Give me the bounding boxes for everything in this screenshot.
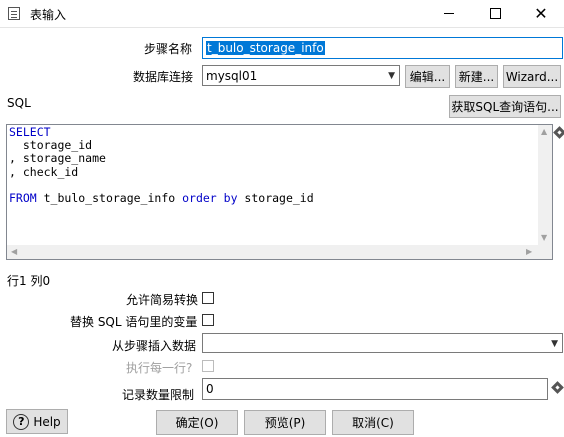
horizontal-scrollbar[interactable]: ◀ ▶ [7, 245, 538, 259]
chevron-down-icon: ▼ [388, 71, 395, 81]
preview-button[interactable]: 预览(P) [244, 410, 326, 435]
replace-variables-checkbox[interactable] [202, 314, 214, 326]
execute-each-row-checkbox[interactable] [202, 360, 214, 372]
new-connection-button[interactable]: 新建... [455, 65, 498, 88]
sql-text: , storage_name [9, 151, 106, 166]
scroll-up-icon: ▲ [541, 127, 548, 136]
help-icon: ? [13, 413, 30, 430]
sql-text: storage_id [237, 191, 314, 206]
execute-each-row-label: 执行每一行? [126, 361, 193, 375]
lazy-conversion-checkbox[interactable] [202, 292, 214, 304]
help-button[interactable]: ? Help [6, 409, 68, 434]
cursor-position: 行1 列0 [7, 274, 51, 288]
sql-text: t_bulo_storage_info [36, 191, 183, 206]
minimize-icon [444, 13, 454, 14]
sql-keyword: order by [182, 191, 238, 206]
cancel-button[interactable]: 取消(C) [332, 410, 414, 435]
maximize-button[interactable] [472, 0, 518, 27]
variable-diamond-icon [551, 381, 564, 394]
sql-line: FROM t_bulo_storage_info order by storag… [9, 191, 314, 206]
step-name-input[interactable]: t_bulo_storage_info [202, 37, 563, 59]
limit-input[interactable]: 0 [202, 378, 548, 400]
maximize-icon [489, 8, 501, 19]
step-name-value: t_bulo_storage_info [206, 41, 325, 55]
minimize-button[interactable] [426, 0, 472, 27]
help-label: Help [33, 414, 61, 429]
sql-text: storage_id [9, 138, 93, 153]
db-connection-select[interactable]: mysql01 ▼ [202, 65, 400, 86]
sql-label: SQL [7, 96, 31, 110]
sql-keyword: FROM [9, 191, 37, 206]
get-sql-button[interactable]: 获取SQL查询语句... [449, 95, 561, 118]
sql-line: , check_id [9, 164, 314, 179]
scroll-corner [538, 245, 552, 259]
chevron-down-icon: ▼ [551, 339, 558, 349]
lazy-conversion-label: 允许简易转换 [126, 293, 199, 307]
variable-diamond-icon [553, 126, 564, 139]
close-icon: ✕ [534, 3, 548, 23]
sql-text: , check_id [9, 164, 79, 179]
limit-value: 0 [206, 382, 214, 396]
sql-editor[interactable]: SELECT storage_id, storage_name, check_i… [6, 124, 553, 260]
close-button[interactable]: ✕ [518, 0, 564, 27]
replace-variables-label: 替换 SQL 语句里的变量 [70, 315, 198, 329]
edit-connection-button[interactable]: 编辑... [405, 65, 450, 88]
table-input-icon [8, 7, 20, 20]
vertical-scrollbar[interactable]: ▲ ▼ [538, 125, 552, 245]
db-connection-value: mysql01 [206, 68, 258, 83]
scroll-left-icon: ◀ [11, 247, 18, 256]
window-title: 表输入 [30, 8, 67, 22]
scroll-right-icon: ▶ [526, 247, 533, 256]
sql-keyword: SELECT [9, 125, 51, 139]
insert-from-step-select[interactable]: ▼ [202, 333, 563, 353]
ok-button[interactable]: 确定(O) [156, 410, 238, 435]
limit-label: 记录数量限制 [122, 388, 195, 402]
scroll-down-icon: ▼ [541, 233, 548, 242]
sql-code: SELECT storage_id, storage_name, check_i… [9, 125, 314, 206]
title-bar: 表输入 ✕ [0, 0, 564, 28]
insert-from-step-label: 从步骤插入数据 [112, 339, 197, 353]
db-connection-label: 数据库连接 [133, 70, 194, 84]
step-name-label: 步骤名称 [144, 42, 193, 56]
wizard-button[interactable]: Wizard... [503, 65, 561, 88]
